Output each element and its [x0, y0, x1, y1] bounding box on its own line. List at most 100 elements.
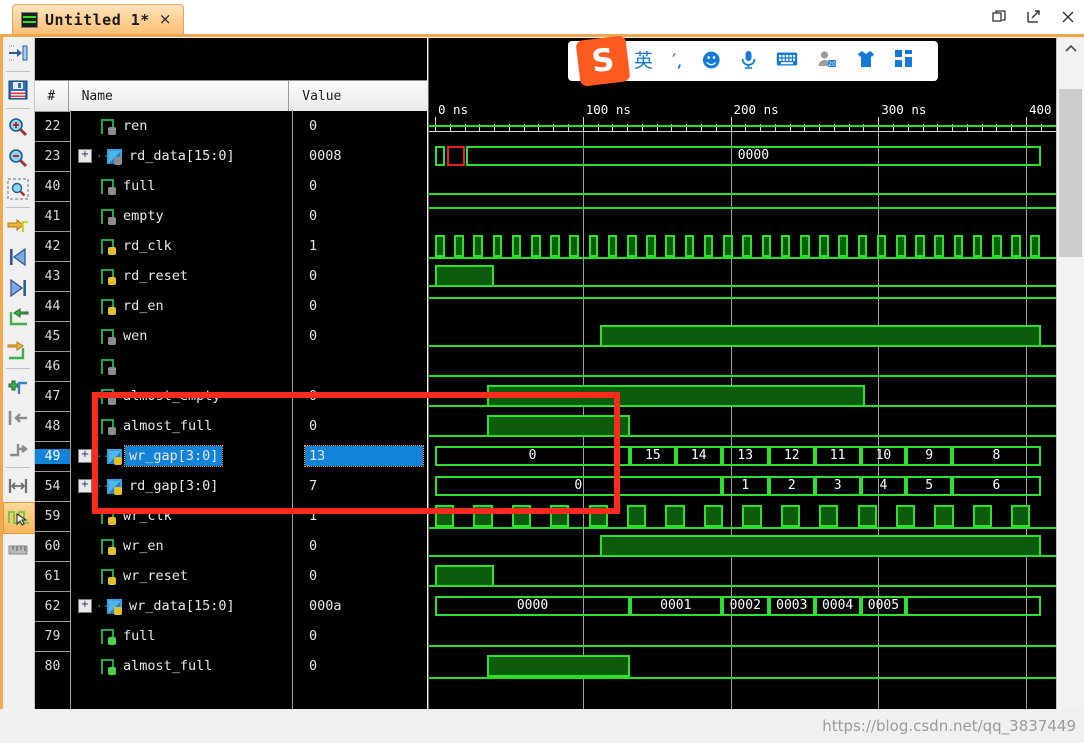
save-waveform-button[interactable] — [3, 75, 33, 105]
close-window-button[interactable] — [1058, 7, 1078, 27]
table-row[interactable]: 42 rd_clk 1 — [35, 231, 427, 261]
table-row[interactable]: 59 wr_clk 1 — [35, 501, 427, 531]
row-value-cell[interactable]: 0 — [292, 626, 426, 646]
previous-transition-button[interactable] — [3, 304, 33, 334]
row-value-cell[interactable]: 000a — [292, 596, 426, 616]
row-value-cell[interactable]: 0008 — [292, 146, 426, 166]
row-value-cell[interactable]: 7 — [292, 476, 426, 496]
go-to-time-button[interactable] — [3, 38, 33, 68]
ime-voice-input-button[interactable] — [740, 50, 757, 73]
row-value-cell[interactable]: 0 — [292, 386, 426, 406]
expand-plus-icon[interactable]: + — [78, 599, 92, 613]
measure-distance-button[interactable] — [3, 471, 33, 501]
row-name-cell[interactable]: wen — [70, 326, 292, 346]
table-row[interactable]: 79 full 0 — [35, 621, 427, 651]
zoom-in-button[interactable] — [3, 112, 33, 142]
add-marker-button[interactable] — [3, 372, 33, 402]
row-value-cell[interactable]: 0 — [292, 416, 426, 436]
ime-apps-button[interactable] — [895, 50, 913, 72]
row-value-cell[interactable]: 0 — [292, 116, 426, 136]
ime-punctuation-toggle[interactable]: ′, — [672, 51, 682, 71]
scroll-up-button[interactable] — [1057, 37, 1084, 61]
row-value-cell[interactable]: 0 — [292, 326, 426, 346]
row-name-cell[interactable]: almost_full — [70, 416, 292, 436]
ime-toolbar[interactable]: S 英 ′, ☻ 20 — [568, 35, 938, 87]
zoom-fit-button[interactable] — [3, 174, 33, 204]
table-row[interactable]: 22 ren 0 — [35, 111, 427, 141]
table-row[interactable]: 41 empty 0 — [35, 201, 427, 231]
ime-language-mode[interactable]: 英 — [634, 51, 653, 71]
row-name-cell[interactable]: rd_reset — [70, 266, 292, 286]
table-row[interactable]: 62 + ·· wr_data[15:0] 000a — [35, 591, 427, 621]
row-value-cell[interactable]: 0 — [292, 566, 426, 586]
row-name-cell[interactable]: full — [70, 626, 292, 646]
row-name-cell[interactable]: rd_en — [70, 296, 292, 316]
table-row[interactable]: 44 rd_en 0 — [35, 291, 427, 321]
row-name-cell[interactable]: full — [70, 176, 292, 196]
vertical-scrollbar[interactable] — [1056, 37, 1084, 743]
row-name-cell[interactable]: almost_empty — [70, 386, 292, 406]
vertical-scrollbar-thumb[interactable] — [1059, 89, 1082, 257]
row-value-cell[interactable]: 0 — [292, 296, 426, 316]
table-row[interactable]: 40 full 0 — [35, 171, 427, 201]
waveform-panel[interactable]: 0 ns 100 ns 200 ns 300 ns 400 0000 0 15 14 13 12 1… — [428, 38, 1057, 709]
row-name-cell[interactable]: wr_clk — [70, 506, 292, 526]
float-window-button[interactable] — [1024, 7, 1044, 27]
row-name-cell[interactable]: ren — [70, 116, 292, 136]
ime-soft-keyboard-button[interactable] — [776, 51, 798, 71]
row-value-cell[interactable]: 13 — [292, 445, 426, 467]
ime-emoji-button[interactable]: ☻ — [701, 51, 721, 71]
row-name-cell[interactable]: wr_reset — [70, 566, 292, 586]
next-transition-button[interactable] — [3, 335, 33, 365]
goto-start-button[interactable] — [3, 242, 33, 272]
row-name-cell[interactable]: + ·· rd_data[15:0] — [70, 146, 292, 166]
table-row[interactable]: 54 + ·· rd_gap[3:0] 7 — [35, 471, 427, 501]
table-row[interactable]: 49 + ·· wr_gap[3:0] 13 — [35, 441, 427, 471]
next-marker-button[interactable] — [3, 434, 33, 464]
table-row[interactable]: 45 wen 0 — [35, 321, 427, 351]
row-value-cell[interactable]: 0 — [292, 536, 426, 556]
table-row[interactable]: 60 wr_en 0 — [35, 531, 427, 561]
row-value-cell[interactable] — [292, 358, 426, 374]
row-value-cell[interactable]: 0 — [292, 206, 426, 226]
row-value-cell[interactable]: 0 — [292, 266, 426, 286]
row-value-cell[interactable]: 1 — [292, 236, 426, 256]
expand-plus-icon[interactable]: + — [78, 449, 92, 463]
row-value-cell[interactable]: 0 — [292, 176, 426, 196]
table-row[interactable]: 46 — [35, 351, 427, 381]
snap-to-transition-button[interactable] — [3, 211, 33, 241]
previous-marker-button[interactable] — [3, 403, 33, 433]
zoom-out-button[interactable] — [3, 143, 33, 173]
table-row[interactable]: 48 almost_full 0 — [35, 411, 427, 441]
row-value-cell[interactable]: 1 — [292, 506, 426, 526]
row-value-cell[interactable]: 0 — [292, 656, 426, 676]
show-ruler-button[interactable] — [3, 535, 33, 565]
ime-logo[interactable]: S — [575, 35, 631, 87]
snap-to-edge-toggle[interactable] — [3, 502, 35, 534]
header-name[interactable]: Name — [69, 81, 290, 111]
expand-plus-icon[interactable]: + — [78, 149, 92, 163]
table-row[interactable]: 47 almost_empty 0 — [35, 381, 427, 411]
row-name-cell[interactable]: + ·· rd_gap[3:0] — [70, 476, 292, 496]
row-name-cell[interactable]: empty — [70, 206, 292, 226]
row-name-cell[interactable]: rd_clk — [70, 236, 292, 256]
goto-end-button[interactable] — [3, 273, 33, 303]
table-row[interactable]: 80 almost_full 0 — [35, 651, 427, 681]
row-name-cell[interactable]: almost_full — [70, 656, 292, 676]
row-name-cell[interactable]: + ·· wr_data[15:0] — [70, 596, 292, 616]
header-index[interactable]: # — [35, 81, 69, 111]
ime-user-button[interactable]: 20 — [817, 50, 837, 72]
expand-plus-icon[interactable]: + — [78, 479, 92, 493]
close-tab-button[interactable]: × — [157, 12, 174, 27]
list-divider-value[interactable] — [292, 110, 293, 709]
table-row[interactable]: 43 rd_reset 0 — [35, 261, 427, 291]
row-name-cell[interactable]: + ·· wr_gap[3:0] — [70, 445, 292, 467]
table-row[interactable]: 23 + ·· rd_data[15:0] 0008 — [35, 141, 427, 171]
table-row[interactable]: 61 wr_reset 0 — [35, 561, 427, 591]
ime-skin-button[interactable] — [856, 50, 876, 72]
row-name-cell[interactable]: wr_en — [70, 536, 292, 556]
tab-untitled-1[interactable]: Untitled 1* × — [12, 4, 185, 34]
header-value[interactable]: Value — [289, 81, 427, 111]
row-name-cell[interactable] — [70, 358, 292, 375]
restore-window-button[interactable] — [990, 7, 1010, 27]
